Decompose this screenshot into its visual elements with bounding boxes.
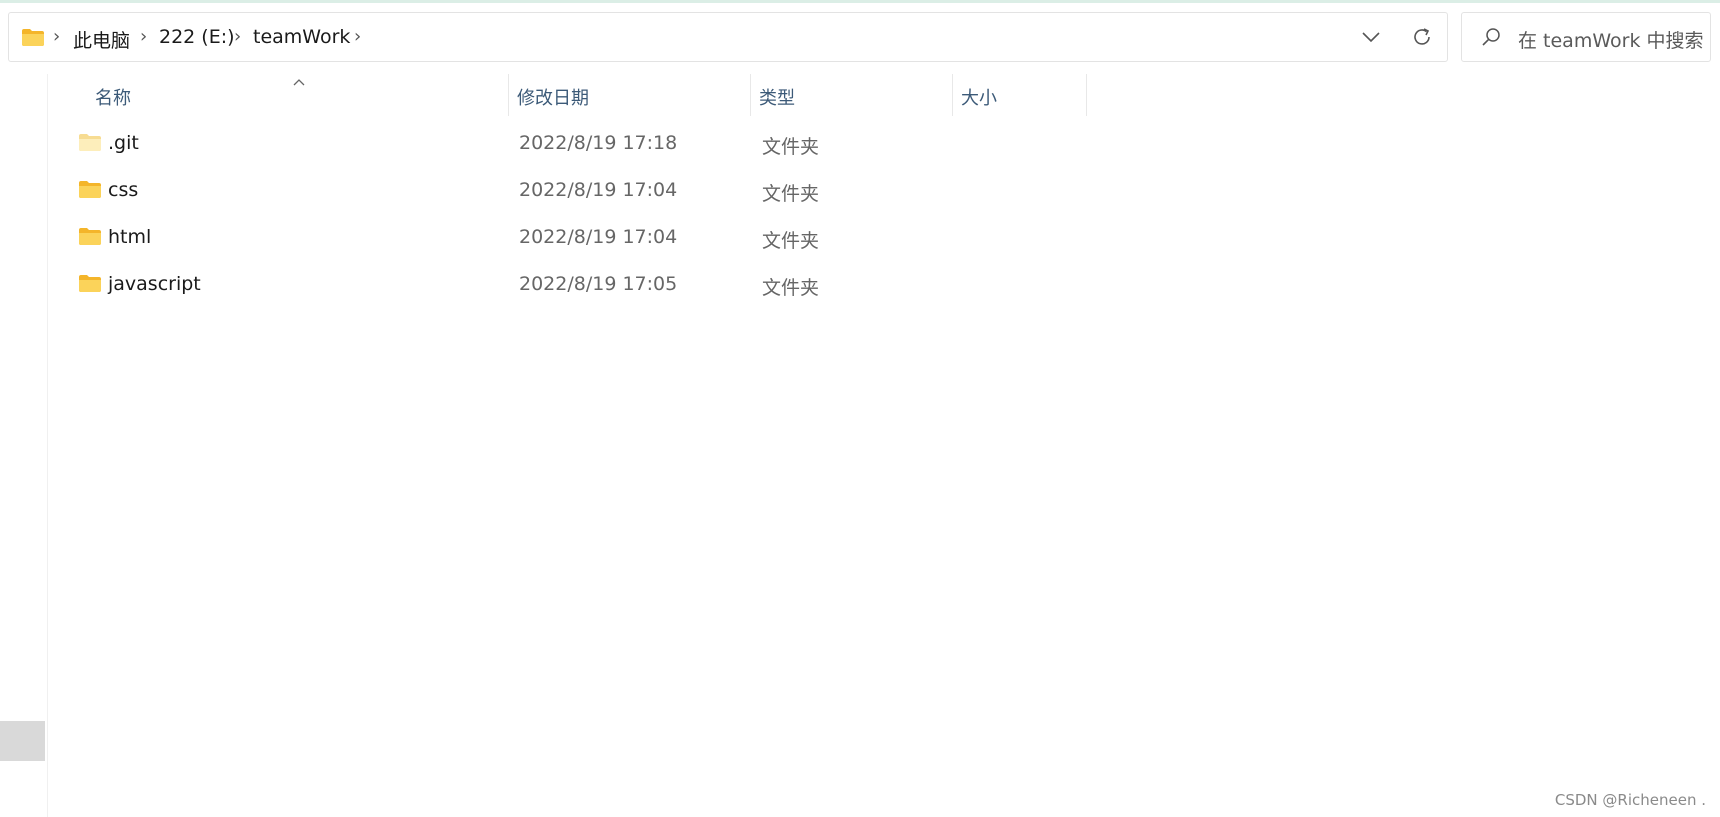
sort-ascending-icon [292, 72, 306, 91]
file-row[interactable]: html 2022/8/19 17:04 文件夹 [60, 218, 1090, 258]
navigation-pane[interactable] [0, 74, 48, 817]
folder-icon [78, 133, 102, 156]
file-row[interactable]: .git 2022/8/19 17:18 文件夹 [60, 124, 1090, 164]
search-icon [1480, 27, 1502, 53]
folder-icon [78, 180, 102, 203]
address-bar[interactable]: › 此电脑 › 222 (E:) › teamWork › [8, 12, 1448, 62]
window-top-accent [0, 0, 1720, 3]
file-type: 文件夹 [762, 277, 820, 299]
file-row[interactable]: css 2022/8/19 17:04 文件夹 [60, 171, 1090, 211]
folder-icon [21, 28, 45, 51]
file-modified-date: 2022/8/19 17:04 [519, 179, 678, 201]
column-divider[interactable] [952, 74, 953, 116]
column-divider[interactable] [508, 74, 509, 116]
file-modified-date: 2022/8/19 17:18 [519, 132, 678, 154]
column-header-name[interactable]: 名称 [95, 84, 131, 110]
column-header-type[interactable]: 类型 [759, 84, 795, 110]
file-type: 文件夹 [762, 136, 820, 158]
chevron-down-icon[interactable] [1361, 29, 1381, 48]
column-header-size[interactable]: 大小 [961, 84, 997, 110]
folder-icon [78, 274, 102, 297]
file-name[interactable]: javascript [108, 273, 201, 295]
file-name[interactable]: html [108, 226, 151, 248]
watermark-text: CSDN @Richeneen . [1554, 791, 1706, 809]
breadcrumb-drive-e[interactable]: 222 (E:) [159, 26, 235, 48]
breadcrumb-teamwork[interactable]: teamWork [253, 26, 350, 48]
column-divider[interactable] [1086, 74, 1087, 116]
breadcrumb-separator-icon[interactable]: › [53, 26, 60, 47]
breadcrumb-separator-icon[interactable]: › [140, 26, 147, 47]
refresh-icon[interactable] [1411, 26, 1433, 52]
breadcrumb-separator-icon[interactable]: › [354, 26, 361, 47]
column-header-modified[interactable]: 修改日期 [517, 84, 589, 110]
search-input[interactable]: 在 teamWork 中搜索 [1518, 26, 1703, 53]
nav-scrollbar-thumb[interactable] [0, 721, 45, 761]
search-box[interactable]: 在 teamWork 中搜索 [1461, 12, 1711, 62]
folder-icon [78, 227, 102, 250]
breadcrumb-separator-icon[interactable]: › [234, 26, 241, 47]
file-name[interactable]: .git [108, 132, 139, 154]
file-modified-date: 2022/8/19 17:04 [519, 226, 678, 248]
file-type: 文件夹 [762, 230, 820, 252]
file-type: 文件夹 [762, 183, 820, 205]
breadcrumb-this-pc[interactable]: 此电脑 [73, 26, 130, 53]
file-row[interactable]: javascript 2022/8/19 17:05 文件夹 [60, 265, 1090, 305]
file-name[interactable]: css [108, 179, 138, 201]
file-modified-date: 2022/8/19 17:05 [519, 273, 678, 295]
column-divider[interactable] [750, 74, 751, 116]
